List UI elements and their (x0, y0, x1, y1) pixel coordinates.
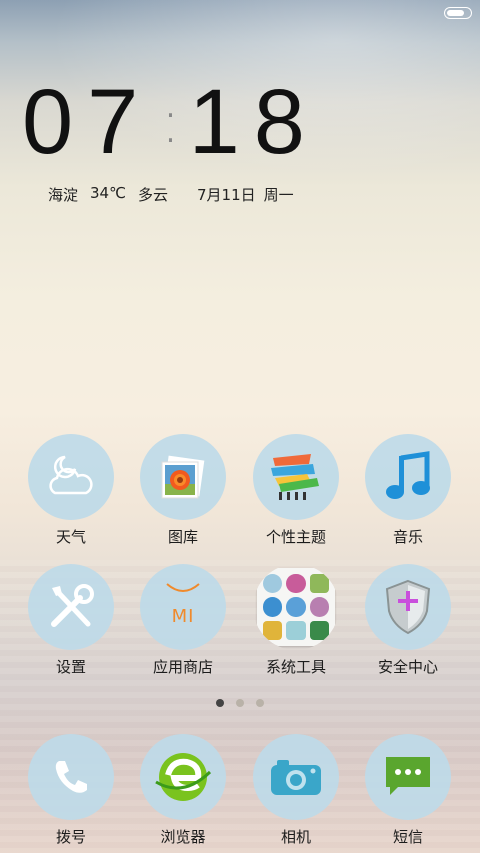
mini-app-icon (309, 597, 329, 617)
app-label: 系统工具 (265, 658, 326, 676)
app-messages[interactable]: 短信 (353, 734, 463, 847)
date-info[interactable]: 7月11日 周一 (197, 184, 294, 205)
mini-app-icon (263, 597, 283, 617)
gallery-icon (140, 434, 226, 520)
security-shield-icon (365, 564, 451, 650)
app-label: 音乐 (392, 528, 423, 546)
clock-separator: : (160, 87, 181, 157)
mini-app-icon (286, 620, 306, 640)
app-security[interactable]: 安全中心 (353, 564, 463, 677)
mini-app-icon (309, 620, 329, 640)
app-label: 安全中心 (377, 658, 438, 676)
app-weather[interactable]: 天气 (16, 434, 126, 547)
mini-app-icon (286, 597, 306, 617)
mini-app-icon (286, 574, 306, 594)
themes-icon (253, 434, 339, 520)
app-store-icon: MI (140, 564, 226, 650)
app-label: 浏览器 (160, 828, 206, 846)
date-day: 7月11日 (197, 186, 256, 204)
mini-app-icon (263, 620, 283, 640)
weather-location: 海淀 (48, 186, 79, 204)
app-camera[interactable]: 相机 (241, 734, 351, 847)
app-gallery[interactable]: 图库 (128, 434, 238, 547)
clock-widget[interactable]: 07 : 18 (22, 72, 319, 172)
date-weekday: 周一 (263, 186, 294, 204)
app-label: 个性主题 (265, 528, 326, 546)
app-label: 设置 (55, 658, 86, 676)
weather-icon (28, 434, 114, 520)
app-store[interactable]: MI 应用商店 (128, 564, 238, 677)
camera-icon (253, 734, 339, 820)
clock-minutes: 18 (188, 71, 319, 173)
page-dot-1[interactable] (216, 699, 224, 707)
battery-level-fill (447, 10, 464, 16)
app-settings[interactable]: 设置 (16, 564, 126, 677)
app-dialer[interactable]: 拨号 (16, 734, 126, 847)
folder-system-tools[interactable]: 系统工具 (241, 564, 351, 677)
page-dot-3[interactable] (256, 699, 264, 707)
mini-app-icon (263, 574, 283, 594)
system-tools-folder-icon (253, 564, 339, 650)
folder-preview (257, 568, 335, 646)
mini-app-icon (309, 574, 329, 594)
app-label: 应用商店 (152, 658, 213, 676)
messages-icon (365, 734, 451, 820)
battery-icon (444, 7, 472, 19)
page-indicator[interactable] (0, 699, 480, 707)
weather-info[interactable]: 海淀 34℃ 多云 (48, 184, 168, 205)
app-music[interactable]: 音乐 (353, 434, 463, 547)
app-browser[interactable]: 浏览器 (128, 734, 238, 847)
weather-condition: 多云 (137, 186, 168, 204)
phone-icon (28, 734, 114, 820)
page-dot-2[interactable] (236, 699, 244, 707)
settings-icon (28, 564, 114, 650)
app-store-mi-text: MI (171, 605, 195, 627)
app-label: 相机 (280, 828, 311, 846)
music-icon (365, 434, 451, 520)
weather-temperature: 34℃ (90, 184, 126, 202)
browser-icon (140, 734, 226, 820)
app-label: 短信 (392, 828, 423, 846)
clock-hours: 07 (22, 71, 153, 173)
app-label: 图库 (167, 528, 198, 546)
app-label: 拨号 (55, 828, 86, 846)
app-label: 天气 (55, 528, 86, 546)
app-themes[interactable]: 个性主题 (241, 434, 351, 547)
